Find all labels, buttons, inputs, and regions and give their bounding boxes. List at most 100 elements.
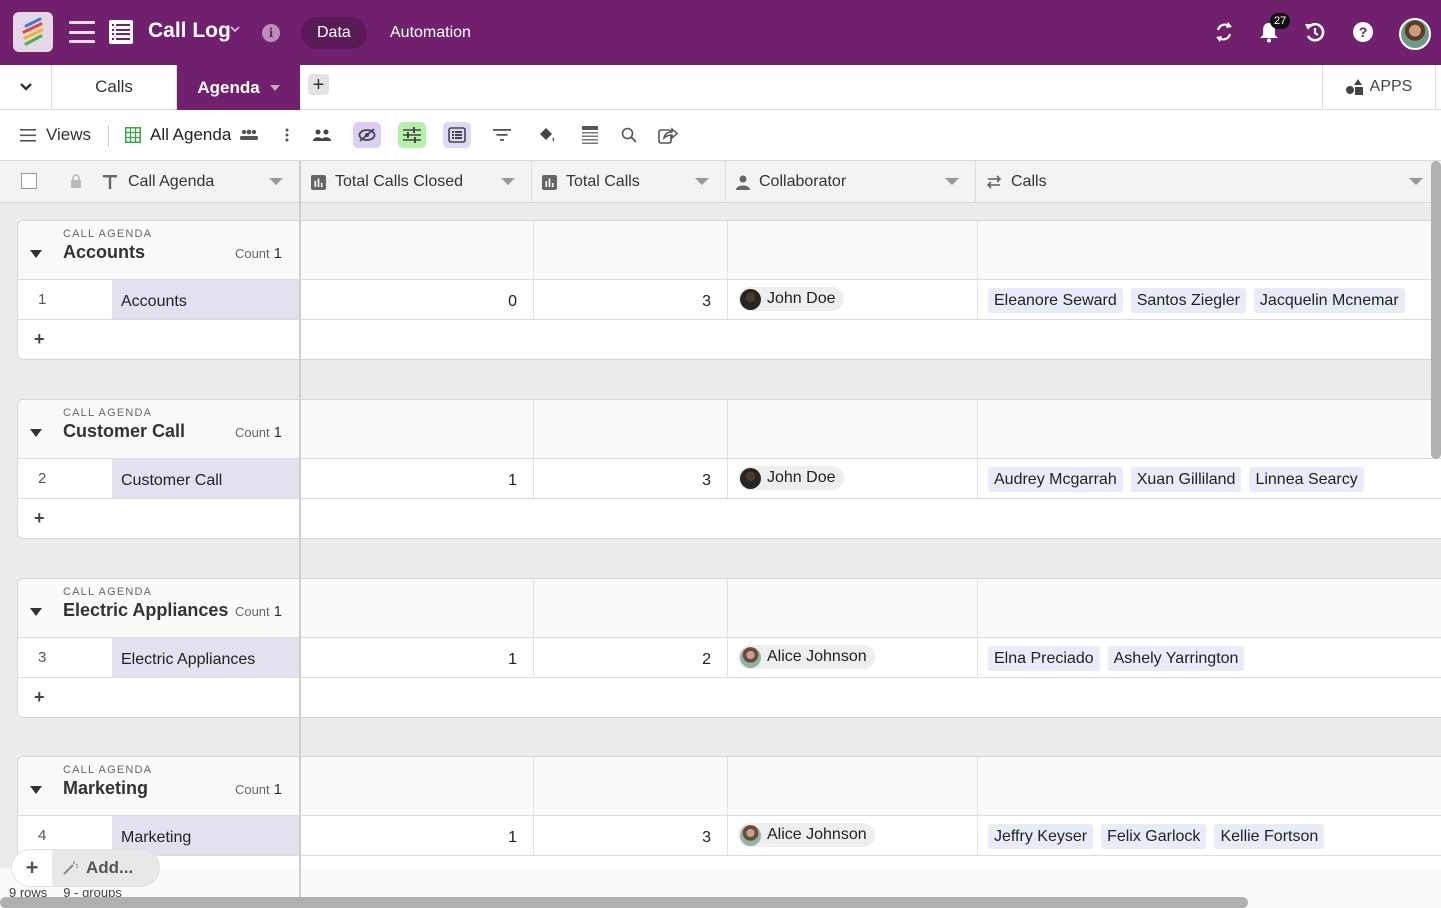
table-row[interactable]: 1 Accounts	[18, 280, 300, 320]
paint-bucket-icon[interactable]	[533, 122, 561, 148]
group-header[interactable]: CALL AGENDA Accounts Count 1	[18, 221, 300, 280]
add-row-in-group[interactable]: +	[18, 320, 300, 359]
tab-calls[interactable]: Calls	[52, 65, 177, 109]
table-row[interactable]: 1 3 Alice Johnson Jeffry Keyser Felix Gar…	[301, 816, 1441, 856]
linked-record-chip[interactable]: Eleanore Seward	[988, 288, 1123, 313]
cell-collaborator[interactable]: John Doe	[738, 287, 844, 311]
table-row[interactable]: 2 Customer Call	[18, 459, 300, 499]
table-row[interactable]: 1 3 John Doe Audrey Mcgarrah Xuan Gillila…	[301, 459, 1441, 499]
collapse-button[interactable]	[0, 65, 52, 109]
filter-icon[interactable]	[488, 122, 516, 148]
chevron-down-icon[interactable]	[230, 24, 240, 34]
cell-calls[interactable]: Jeffry Keyser Felix Garlock Kellie Fortson	[988, 824, 1325, 849]
cell-total-calls-closed[interactable]: 0	[301, 293, 517, 311]
group-header[interactable]: CALL AGENDA Electric Appliances Count 1	[18, 579, 300, 638]
column-header-total-calls-closed[interactable]: Total Calls Closed	[300, 161, 532, 203]
group-rows-icon[interactable]	[443, 122, 471, 148]
app-title[interactable]: Call Log	[148, 19, 231, 43]
table-list-icon[interactable]	[109, 20, 133, 44]
cell-calls[interactable]: Eleanore Seward Santos Ziegler Jacquelin M…	[988, 288, 1405, 313]
column-header-total-calls[interactable]: Total Calls	[532, 161, 726, 203]
sync-icon[interactable]	[1212, 20, 1236, 44]
add-row-area[interactable]	[301, 320, 1441, 359]
group-header[interactable]: CALL AGENDA Marketing Count 1	[18, 757, 300, 816]
linked-record-chip[interactable]: Audrey Mcgarrah	[988, 467, 1123, 492]
vertical-scrollbar[interactable]	[1431, 161, 1441, 459]
horizontal-scrollbar[interactable]	[0, 897, 1248, 908]
cell-call-agenda[interactable]: Electric Appliances	[112, 638, 300, 677]
more-options-icon[interactable]	[273, 122, 301, 148]
add-row-in-group[interactable]: +	[18, 499, 300, 538]
share-icon[interactable]	[654, 122, 682, 148]
table-row[interactable]: 1 2 Alice Johnson Elna Preciado Ashely Ya…	[301, 638, 1441, 678]
svg-text:?: ?	[1359, 24, 1368, 40]
column-menu-icon[interactable]	[501, 178, 515, 185]
cell-collaborator[interactable]: Alice Johnson	[738, 823, 875, 847]
cell-total-calls-closed[interactable]: 1	[301, 472, 517, 490]
linked-record-chip[interactable]: Ashely Yarrington	[1107, 646, 1245, 671]
hide-fields-icon[interactable]	[353, 122, 381, 148]
nav-tab-automation[interactable]: Automation	[374, 17, 487, 49]
avatar	[740, 824, 761, 846]
linked-record-chip[interactable]: Elna Preciado	[988, 646, 1100, 671]
help-icon[interactable]: ?	[1351, 20, 1375, 44]
cell-collaborator[interactable]: Alice Johnson	[738, 645, 875, 669]
frozen-column-divider[interactable]	[299, 161, 301, 908]
sliders-icon[interactable]	[398, 122, 426, 148]
menu-icon[interactable]	[69, 21, 95, 43]
column-menu-icon[interactable]	[1409, 178, 1423, 185]
collapse-group-icon[interactable]	[30, 429, 42, 437]
share-view-icon[interactable]	[308, 122, 336, 148]
add-row-area[interactable]	[301, 678, 1441, 717]
linked-record-chip[interactable]: Felix Garlock	[1101, 824, 1207, 849]
linked-record-chip[interactable]: Jeffry Keyser	[988, 824, 1094, 849]
linked-record-chip[interactable]: Jacquelin Mcnemar	[1253, 288, 1405, 313]
add-with-ai-button[interactable]: Add...	[52, 858, 133, 878]
column-header-collaborator[interactable]: Collaborator	[726, 161, 976, 203]
add-row-button[interactable]: +	[12, 850, 52, 886]
views-button[interactable]: Views	[20, 125, 91, 145]
cell-total-calls[interactable]: 3	[533, 829, 711, 847]
table-row[interactable]: 0 3 John Doe Eleanore Seward Santos Ziegl…	[301, 280, 1441, 320]
app-logo[interactable]	[13, 12, 53, 52]
cell-total-calls-closed[interactable]: 1	[301, 829, 517, 847]
column-menu-icon[interactable]	[695, 178, 709, 185]
table-row[interactable]: 3 Electric Appliances	[18, 638, 300, 678]
cell-call-agenda[interactable]: Accounts	[112, 280, 300, 319]
cell-total-calls[interactable]: 3	[533, 472, 711, 490]
row-height-icon[interactable]	[576, 122, 604, 148]
column-header-calls[interactable]: Calls	[976, 161, 1431, 203]
cell-call-agenda[interactable]: Customer Call	[112, 459, 300, 498]
collapse-group-icon[interactable]	[30, 786, 42, 794]
view-selector[interactable]: All Agenda	[125, 125, 259, 145]
select-all-checkbox[interactable]	[21, 173, 37, 189]
column-menu-icon[interactable]	[269, 178, 283, 185]
tab-agenda[interactable]: Agenda	[177, 65, 300, 110]
column-menu-icon[interactable]	[945, 178, 959, 185]
nav-tab-data[interactable]: Data	[301, 17, 367, 49]
info-icon[interactable]: i	[262, 24, 280, 42]
caret-down-icon[interactable]	[269, 84, 280, 91]
cell-collaborator[interactable]: John Doe	[738, 466, 844, 490]
add-row-area[interactable]	[301, 499, 1441, 538]
collapse-group-icon[interactable]	[30, 250, 42, 258]
linked-record-chip[interactable]: Kellie Fortson	[1214, 824, 1325, 849]
add-row-in-group[interactable]: +	[18, 678, 300, 717]
user-avatar[interactable]	[1399, 18, 1431, 50]
linked-record-chip[interactable]: Xuan Gilliland	[1130, 467, 1242, 492]
history-icon[interactable]	[1303, 20, 1327, 44]
cell-total-calls[interactable]: 3	[533, 293, 711, 311]
cell-calls[interactable]: Elna Preciado Ashely Yarrington	[988, 646, 1245, 671]
add-table-button[interactable]: +	[308, 74, 329, 95]
group-header[interactable]: CALL AGENDA Customer Call Count 1	[18, 400, 300, 459]
cell-calls[interactable]: Audrey Mcgarrah Xuan Gilliland Linnea Sear…	[988, 467, 1364, 492]
linked-record-chip[interactable]: Santos Ziegler	[1130, 288, 1246, 313]
linked-record-chip[interactable]: Linnea Searcy	[1249, 467, 1364, 492]
cell-total-calls-closed[interactable]: 1	[301, 651, 517, 669]
column-header-call-agenda[interactable]: Call Agenda	[0, 161, 300, 203]
search-icon[interactable]	[615, 122, 643, 148]
collapse-group-icon[interactable]	[30, 608, 42, 616]
column-divider	[727, 579, 728, 637]
apps-button[interactable]: APPS	[1322, 65, 1436, 109]
cell-total-calls[interactable]: 2	[533, 651, 711, 669]
